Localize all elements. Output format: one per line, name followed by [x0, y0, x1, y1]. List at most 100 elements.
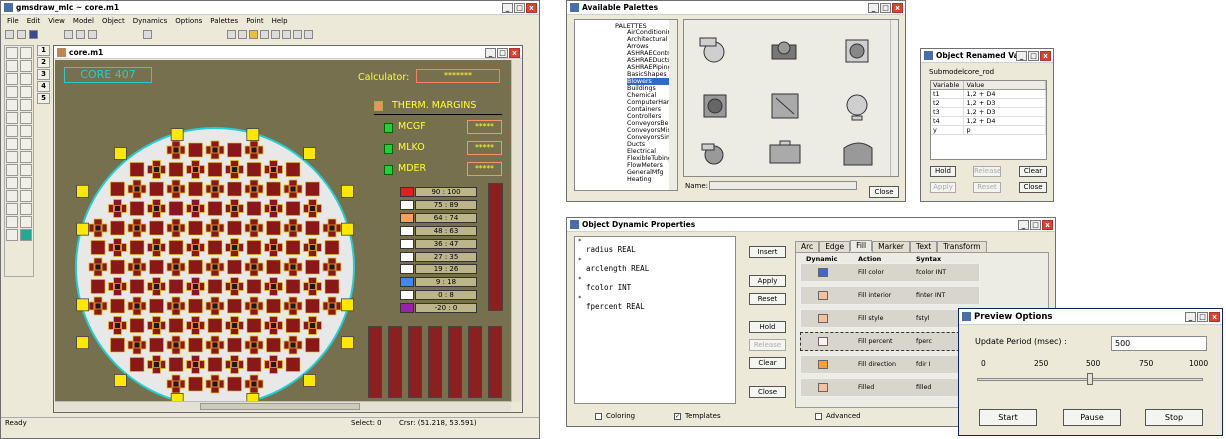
preview-minimize-button[interactable]: _: [1185, 312, 1196, 322]
renamed-apply-button[interactable]: Apply: [930, 182, 956, 193]
renamed-row[interactable]: t4 1,2 + D4: [931, 117, 1046, 126]
renamed-close-button[interactable]: Close: [1019, 182, 1047, 193]
renamed-row[interactable]: t3 1,2 + D3: [931, 108, 1046, 117]
tab-marker[interactable]: Marker: [872, 241, 911, 252]
coloring-checkbox[interactable]: Coloring: [595, 412, 635, 420]
curve-tool-icon[interactable]: [6, 99, 18, 111]
hold-button[interactable]: Hold: [749, 321, 786, 333]
star-tool-icon[interactable]: [6, 190, 18, 202]
renamed-reset-button[interactable]: Reset: [973, 182, 1001, 193]
square-tool-icon[interactable]: [6, 125, 18, 137]
blower-5-icon[interactable]: [771, 93, 799, 119]
dynamic-maximize-button[interactable]: □: [1030, 220, 1041, 230]
reset-button[interactable]: Reset: [749, 293, 786, 305]
send-tool-icon[interactable]: [20, 164, 32, 176]
align-tool-icon[interactable]: [20, 177, 32, 189]
copy-icon[interactable]: [76, 30, 85, 39]
menu-help[interactable]: Help: [272, 17, 288, 25]
flip-tool-icon[interactable]: [20, 190, 32, 202]
tree-vscroll[interactable]: [669, 20, 677, 190]
clear-button[interactable]: Clear: [749, 357, 786, 369]
menu-model[interactable]: Model: [73, 17, 94, 25]
maximize-button[interactable]: □: [514, 3, 525, 13]
menu-file[interactable]: File: [7, 17, 19, 25]
name-field[interactable]: [709, 181, 857, 190]
close-button-dyn[interactable]: Close: [749, 386, 786, 398]
menu-edit[interactable]: Edit: [27, 17, 41, 25]
palettes-close-button[interactable]: Close: [869, 186, 899, 198]
pointer-icon[interactable]: [304, 30, 313, 39]
core-vscroll[interactable]: [511, 60, 521, 402]
next-icon[interactable]: [282, 30, 291, 39]
polygon-tool-icon[interactable]: [6, 177, 18, 189]
select-tool-icon[interactable]: [6, 47, 18, 59]
first-icon[interactable]: [260, 30, 269, 39]
core-minimize-button[interactable]: _: [485, 48, 496, 58]
dynamic-var[interactable]: radius REAL: [586, 245, 735, 254]
advanced-checkbox[interactable]: Advanced: [815, 412, 861, 420]
menu-object[interactable]: Object: [102, 17, 125, 25]
menu-view[interactable]: View: [48, 17, 65, 25]
release-button[interactable]: Release: [749, 339, 786, 351]
palettes-maximize-button[interactable]: □: [880, 3, 891, 13]
open-icon[interactable]: [17, 30, 26, 39]
blower-4-icon[interactable]: [703, 94, 727, 118]
text-tool-icon[interactable]: [6, 216, 18, 228]
save-icon[interactable]: [29, 30, 38, 39]
dynamic-minimize-button[interactable]: _: [1018, 220, 1029, 230]
blower-1-icon[interactable]: [699, 37, 725, 63]
layer-1-button[interactable]: 1: [37, 45, 50, 56]
polyline-tool-icon[interactable]: [6, 86, 18, 98]
dynamic-var[interactable]: fpercent REAL: [586, 302, 735, 311]
core-canvas[interactable]: CORE 407 Calculator: ******* THERM. MARG…: [55, 60, 511, 402]
layer-3-button[interactable]: 3: [37, 69, 50, 80]
image-tool-icon[interactable]: [20, 216, 32, 228]
dynamic-var[interactable]: arclength REAL: [586, 264, 735, 273]
layer-5-button[interactable]: 5: [37, 93, 50, 104]
preview-maximize-button[interactable]: □: [1197, 312, 1208, 322]
print-icon[interactable]: [238, 30, 247, 39]
new-icon[interactable]: [5, 30, 14, 39]
ungroup-tool-icon[interactable]: [20, 138, 32, 150]
period-input[interactable]: 500: [1111, 336, 1207, 351]
apply-button[interactable]: Apply: [749, 275, 786, 287]
zoom-in-tool-icon[interactable]: [20, 73, 32, 85]
group-tool-icon[interactable]: [20, 125, 32, 137]
start-button[interactable]: Start: [979, 409, 1037, 426]
renamed-maximize-button[interactable]: □: [1028, 51, 1039, 61]
insert-button[interactable]: Insert: [749, 246, 786, 258]
palettes-close-x[interactable]: x: [892, 3, 903, 13]
ellipse-tool-icon[interactable]: [6, 151, 18, 163]
renamed-release-button[interactable]: Release: [973, 166, 1001, 177]
renamed-close-x[interactable]: x: [1040, 51, 1051, 61]
minimize-button[interactable]: _: [502, 3, 513, 13]
spline-tool-icon[interactable]: [6, 203, 18, 215]
zoom-out-tool-icon[interactable]: [20, 86, 32, 98]
blower-7-icon[interactable]: [701, 143, 724, 165]
menu-palettes[interactable]: Palettes: [210, 17, 238, 25]
templates-checkbox[interactable]: ✓ Templates: [674, 412, 721, 420]
bring-tool-icon[interactable]: [20, 151, 32, 163]
edit-tool-icon[interactable]: [6, 229, 18, 241]
stop-button[interactable]: Stop: [1145, 409, 1203, 426]
dynamic-close-x[interactable]: x: [1042, 220, 1053, 230]
arc-tool-icon[interactable]: [6, 164, 18, 176]
palette-tree[interactable]: PALETTES AirConditioning Architectural Arr…: [574, 19, 678, 191]
paste-icon[interactable]: [88, 30, 97, 39]
preview-vscroll[interactable]: [890, 20, 898, 176]
menu-point[interactable]: Point: [246, 17, 263, 25]
refresh-icon[interactable]: [227, 30, 236, 39]
core-hscroll[interactable]: [55, 401, 511, 411]
color-tool-icon[interactable]: [20, 229, 32, 241]
renamed-row[interactable]: t2 1,2 + D3: [931, 99, 1046, 108]
link-tool-icon[interactable]: [20, 203, 32, 215]
blower-2-icon[interactable]: [771, 41, 797, 60]
dynamic-var[interactable]: fcolor INT: [586, 283, 735, 292]
rect-tool-icon[interactable]: [6, 112, 18, 124]
close-button[interactable]: x: [526, 3, 537, 13]
rotate-tool-icon[interactable]: [20, 112, 32, 124]
prev-icon[interactable]: [271, 30, 280, 39]
line-tool-icon[interactable]: [6, 73, 18, 85]
tab-transform[interactable]: Transform: [937, 241, 987, 252]
renamed-minimize-button[interactable]: _: [1016, 51, 1027, 61]
